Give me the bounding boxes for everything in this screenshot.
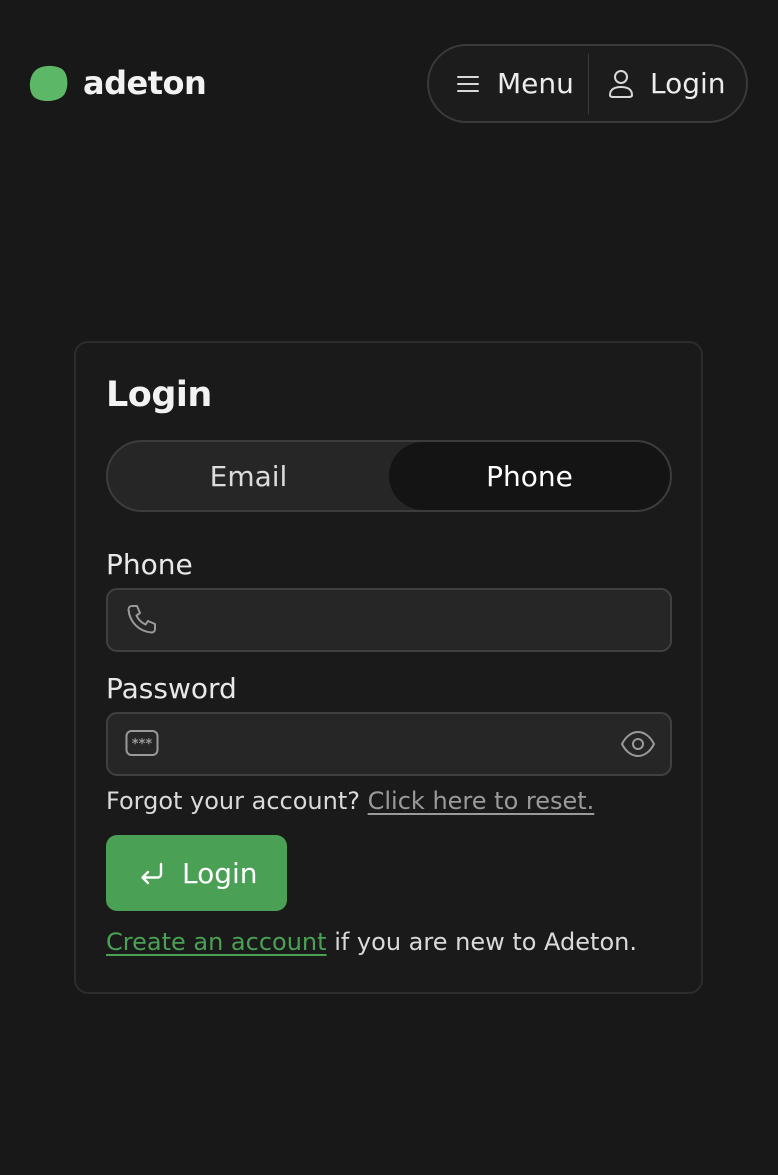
svg-text:***: *** [132, 737, 153, 752]
login-card: Login Email Phone Phone Password *** For… [74, 341, 703, 994]
menu-label: Menu [497, 67, 574, 100]
phone-field-wrapper [106, 588, 672, 652]
hamburger-icon [457, 75, 479, 92]
login-submit-button[interactable]: Login [106, 835, 287, 911]
signup-row: Create an account if you are new to Adet… [106, 928, 637, 956]
header-login-label: Login [650, 67, 726, 100]
enter-icon [141, 862, 163, 885]
forgot-account-row: Forgot your account? Click here to reset… [106, 787, 594, 815]
reset-link[interactable]: Click here to reset. [368, 787, 595, 815]
password-input[interactable] [172, 714, 612, 774]
user-icon [609, 69, 633, 98]
phone-input[interactable] [172, 590, 612, 650]
password-label: Password [106, 672, 237, 705]
login-title: Login [106, 375, 212, 415]
login-method-tabs: Email Phone [106, 440, 672, 512]
brand-logo[interactable]: adeton [28, 62, 207, 104]
password-icon: *** [125, 730, 159, 756]
nav-pill: Menu Login [427, 44, 748, 123]
tab-phone[interactable]: Phone [389, 442, 670, 510]
site-header: adeton Menu Login [0, 0, 778, 166]
logo-blob-icon [29, 65, 68, 102]
login-submit-label: Login [182, 856, 258, 890]
header-login-button[interactable]: Login [589, 46, 726, 121]
menu-button[interactable]: Menu [429, 46, 588, 121]
signup-text: if you are new to Adeton. [334, 928, 637, 956]
brand-name: adeton [83, 64, 207, 102]
create-account-link[interactable]: Create an account [106, 928, 327, 956]
forgot-text: Forgot your account? [106, 787, 360, 815]
eye-icon[interactable] [620, 726, 656, 762]
tab-email[interactable]: Email [108, 442, 389, 510]
phone-label: Phone [106, 548, 193, 581]
password-field-wrapper: *** [106, 712, 672, 776]
phone-icon [127, 605, 156, 634]
